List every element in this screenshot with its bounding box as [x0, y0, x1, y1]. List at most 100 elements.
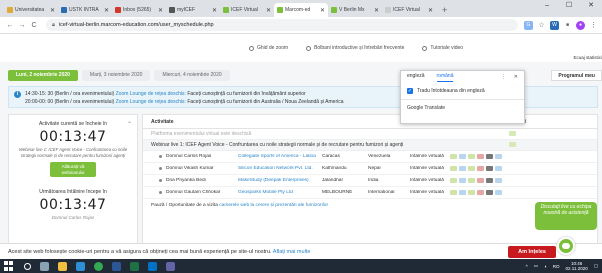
excel-icon[interactable]	[130, 261, 139, 271]
zoom-lounge-link-1[interactable]: Zoom Lounge de rețea deschis:	[116, 91, 186, 97]
chrome-icon[interactable]	[94, 261, 103, 271]
join-webinar-button[interactable]: Alăturați-vă webinarului	[50, 162, 96, 177]
accept-cookies-button[interactable]: Am înțeles	[508, 245, 556, 258]
address-bar[interactable]: 🔒︎ icef-virtual-berlin.marcom-education.…	[46, 19, 518, 31]
meeting-row: Dna Priyanka Bedi MakeStudy (Deepak Enter…	[143, 175, 597, 187]
cancel-icon[interactable]	[477, 166, 484, 171]
notes-icon[interactable]	[495, 190, 502, 195]
video-icon[interactable]	[459, 154, 466, 159]
browser-tab[interactable]: ICEF Virtual ✕	[382, 3, 436, 17]
star-icon[interactable]: ☆	[537, 21, 546, 30]
windows-start-icon[interactable]	[4, 261, 14, 271]
profile-icon[interactable]	[486, 154, 493, 159]
close-tab-icon[interactable]: ✕	[266, 7, 271, 14]
cancel-icon[interactable]	[477, 178, 484, 183]
meeting-company-link[interactable]: Silicon Education Network Pvt. Ltd.	[238, 166, 322, 171]
forward-button[interactable]: →	[16, 22, 28, 29]
meeting-company-link[interactable]: MakeStudy (Deepak Enterprises)	[238, 178, 322, 183]
cancel-icon[interactable]	[477, 154, 484, 159]
notes-icon[interactable]	[495, 154, 502, 159]
learn-more-link[interactable]: Aflați mai multe	[273, 249, 311, 255]
close-tab-icon[interactable]: ✕	[374, 7, 379, 14]
nav-zoom-guide[interactable]: Ghid de zoom	[248, 45, 288, 51]
notes-icon[interactable]	[495, 178, 502, 183]
chat-icon[interactable]	[468, 166, 475, 171]
statistics-link[interactable]: Ecuaj statistici	[573, 55, 602, 60]
notifications-icon[interactable]: ▢	[594, 263, 598, 269]
maximize-button[interactable]: ☐	[558, 0, 580, 14]
tab-day-2[interactable]: Marți, 3 noiembrie 2020	[81, 70, 151, 81]
close-tab-icon[interactable]: ✕	[320, 7, 325, 14]
volume-icon[interactable]: ◖	[544, 264, 547, 269]
close-icon[interactable]: ✕	[514, 74, 518, 80]
meeting-actions	[450, 154, 502, 159]
calendar-icon[interactable]	[450, 178, 457, 183]
meeting-company-link[interactable]: Geosparks Mobile Pty Ltd	[238, 190, 322, 195]
new-tab-button[interactable]: +	[436, 3, 453, 17]
profile-avatar[interactable]: ●	[576, 20, 585, 30]
live-chat-bubble[interactable]: Discutați live cu echipa noastră de asis…	[535, 202, 597, 230]
close-window-button[interactable]: ✕	[580, 0, 602, 14]
translate-icon[interactable]: G	[524, 20, 533, 30]
close-tab-icon[interactable]: ✕	[50, 7, 55, 14]
browser-tab[interactable]: V Berlin Mx ✕	[328, 3, 382, 17]
teams-icon[interactable]	[166, 261, 175, 271]
cancel-icon[interactable]	[477, 190, 484, 195]
translate-tab-romanian[interactable]: română	[436, 73, 454, 82]
back-button[interactable]: ←	[4, 22, 16, 29]
profile-icon[interactable]	[486, 178, 493, 183]
browser-tab[interactable]: Universitatea ✕	[4, 3, 58, 17]
browser-tab[interactable]: ICEF Virtual ✕	[220, 3, 274, 17]
video-icon[interactable]	[459, 190, 466, 195]
profile-icon[interactable]	[486, 190, 493, 195]
my-schedule-button[interactable]: Programul meu	[551, 70, 602, 81]
video-icon[interactable]	[459, 178, 466, 183]
zoom-lounge-link-2[interactable]: Zoom Lounge de rețea deschis:	[116, 99, 186, 105]
close-tab-icon[interactable]: ✕	[104, 7, 109, 14]
notes-icon[interactable]	[495, 166, 502, 171]
calendar-icon[interactable]	[509, 141, 516, 147]
tab-day-1[interactable]: Luni, 2 noiembrie 2020	[8, 70, 78, 81]
more-options-icon[interactable]: ⋮	[501, 74, 506, 80]
chevron-down-icon[interactable]: ⌄	[127, 118, 132, 125]
browser-tab[interactable]: Inbox (5265) ✕	[112, 3, 166, 17]
edge-icon[interactable]	[76, 261, 85, 271]
reload-button[interactable]: C	[28, 22, 40, 29]
clock[interactable]: 10:46 02.11.2020	[566, 261, 588, 271]
menu-icon[interactable]: ⋮	[589, 21, 598, 30]
extension-icon[interactable]: W	[550, 20, 559, 30]
task-view-icon[interactable]	[40, 261, 49, 271]
calendar-icon[interactable]	[450, 190, 457, 195]
chat-icon[interactable]	[468, 154, 475, 159]
nav-video-tutorials[interactable]: Tutoriale video	[422, 45, 463, 51]
search-icon[interactable]	[24, 262, 31, 270]
browser-tab[interactable]: Marcom-ed ✕	[274, 3, 328, 17]
booths-link[interactable]: camerele web la cerere și prezentări ale…	[219, 203, 328, 208]
calendar-icon[interactable]	[509, 130, 516, 136]
network-icon[interactable]: ▭	[534, 263, 538, 269]
translate-tab-english[interactable]: engleză	[407, 73, 425, 81]
calendar-icon[interactable]	[450, 166, 457, 171]
close-tab-icon[interactable]: ✕	[212, 7, 217, 14]
always-translate-checkbox[interactable]: ✓ Tradu întotdeauna din engleză	[401, 83, 524, 99]
nav-faq[interactable]: Bolbani introductive și întrebări frecve…	[306, 45, 404, 51]
browser-tab[interactable]: myICEF ✕	[166, 3, 220, 17]
chat-launcher-button[interactable]	[557, 237, 575, 255]
minimize-button[interactable]: –	[536, 0, 558, 14]
language-indicator[interactable]: RO	[553, 264, 560, 269]
chat-icon[interactable]	[468, 190, 475, 195]
profile-icon[interactable]	[486, 166, 493, 171]
chat-icon[interactable]	[468, 178, 475, 183]
video-icon[interactable]	[459, 166, 466, 171]
calendar-icon[interactable]	[450, 154, 457, 159]
close-tab-icon[interactable]: ✕	[158, 7, 163, 14]
browser-tab[interactable]: USTK INTRA ✕	[58, 3, 112, 17]
puzzle-icon[interactable]: ■	[563, 21, 572, 30]
meeting-company-link[interactable]: Collegiate Sports of America - Latina	[238, 154, 322, 159]
tab-day-3[interactable]: Miercuri, 4 noiembrie 2020	[154, 70, 230, 81]
up-arrow-icon[interactable]: ^	[526, 264, 528, 269]
close-tab-icon[interactable]: ✕	[428, 7, 433, 14]
file-explorer-icon[interactable]	[58, 261, 67, 271]
outlook-icon[interactable]	[148, 261, 157, 271]
word-icon[interactable]	[112, 261, 121, 271]
